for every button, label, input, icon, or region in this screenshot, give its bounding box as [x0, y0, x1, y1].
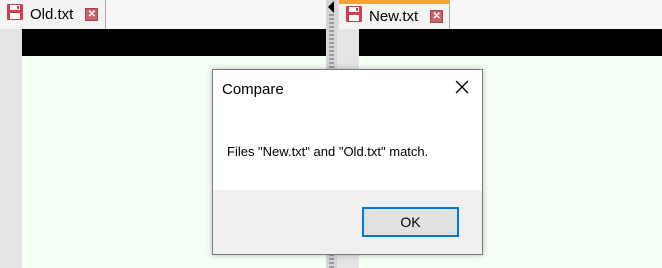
- save-file-icon: [345, 5, 363, 28]
- line-gutter: [0, 29, 22, 268]
- ok-button[interactable]: OK: [362, 207, 459, 237]
- compare-dialog: Compare Files "New.txt" and "Old.txt" ma…: [212, 69, 483, 255]
- dialog-footer: OK: [213, 190, 482, 254]
- close-icon[interactable]: ✕: [430, 10, 444, 23]
- diff-header-bar: [359, 29, 662, 56]
- dialog-message: Files "New.txt" and "Old.txt" match.: [227, 144, 429, 159]
- tab-new-txt[interactable]: New.txt ✕: [339, 0, 450, 29]
- dialog-title: Compare: [222, 81, 284, 98]
- tab-label: New.txt: [369, 8, 419, 25]
- save-file-icon: [6, 3, 24, 26]
- arrow-left-icon[interactable]: [328, 1, 334, 13]
- tab-old-txt[interactable]: Old.txt ✕: [0, 0, 106, 29]
- diff-header-bar: [22, 29, 326, 56]
- close-icon[interactable]: [454, 79, 470, 95]
- tab-strip: [106, 0, 326, 29]
- close-icon[interactable]: ✕: [85, 8, 99, 21]
- tab-strip: [450, 0, 662, 29]
- tab-label: Old.txt: [30, 6, 74, 23]
